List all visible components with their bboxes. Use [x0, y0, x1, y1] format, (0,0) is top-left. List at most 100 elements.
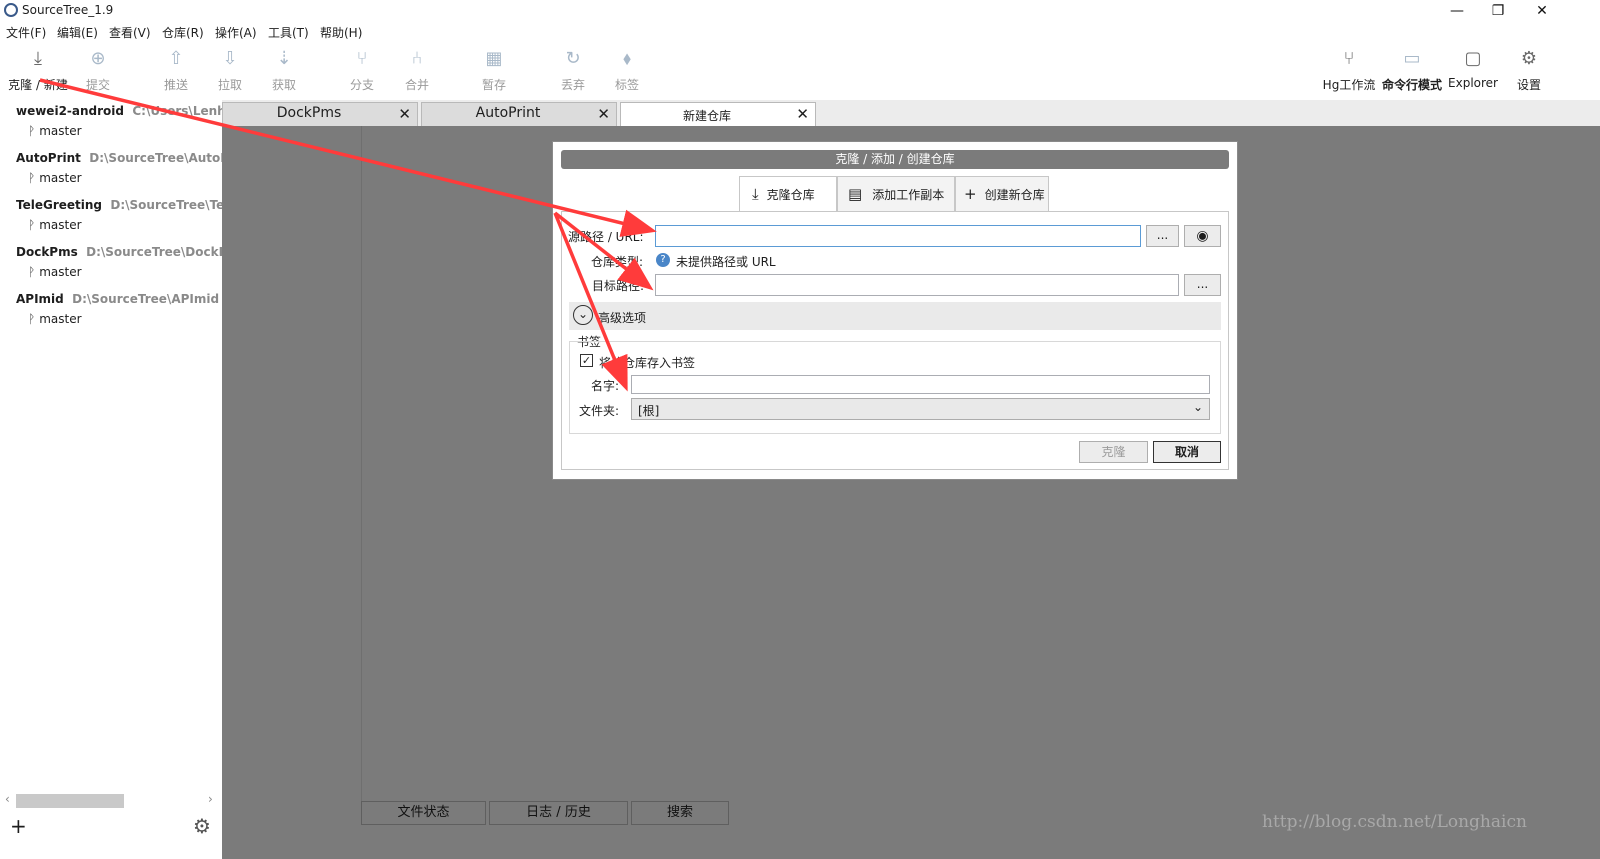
branch-name: master — [39, 265, 82, 279]
gear-icon: ⚙ — [1520, 48, 1538, 69]
sidebar-branch-item[interactable]: ᚹ master — [28, 124, 82, 138]
advanced-options-toggle[interactable] — [569, 302, 1221, 330]
pull-button[interactable]: ⇩ 拉取 — [203, 46, 257, 98]
download-icon: ⤓ — [752, 185, 759, 203]
plus-icon: + — [964, 185, 977, 203]
sidebar-repo-autoprint[interactable]: AutoPrint D:\SourceTree\AutoPrint — [16, 151, 253, 165]
destination-path-input[interactable] — [655, 274, 1179, 296]
menu-tools[interactable]: 工具(T) — [268, 24, 309, 41]
tab-new-repository[interactable]: 新建仓库 ✕ — [620, 102, 816, 126]
menu-file[interactable]: 文件(F) — [6, 24, 46, 41]
sidebar-branch-item[interactable]: ᚹ master — [28, 265, 82, 279]
plus-circle-icon: ⊕ — [90, 48, 106, 69]
close-tab-icon[interactable]: ✕ — [597, 105, 610, 123]
branch-icon: ᚹ — [28, 124, 36, 138]
branch-name: master — [39, 218, 82, 232]
explorer-button[interactable]: ▢ Explorer — [1444, 46, 1502, 98]
restore-button[interactable]: ❐ — [1478, 1, 1518, 21]
tab-autoprint[interactable]: AutoPrint ✕ — [421, 102, 617, 126]
sidebar-repo-wewei2-android[interactable]: wewei2-android C:\Users\Lenhart\ — [16, 104, 250, 118]
scroll-right-icon[interactable]: › — [208, 792, 213, 806]
scrollbar-thumb[interactable] — [16, 794, 124, 808]
folder-select[interactable]: [根] ⌄ — [631, 398, 1210, 420]
tab-clone-repo[interactable]: ⤓ 克隆仓库 — [739, 176, 837, 212]
repo-name: DockPms — [16, 245, 78, 259]
globe-icon: ◉ — [1196, 228, 1209, 244]
pane-divider[interactable] — [361, 126, 362, 802]
bookmark-name-input[interactable] — [631, 375, 1210, 394]
chevron-down-icon[interactable]: ⌄ — [573, 305, 593, 325]
tab-add-working-copy[interactable]: ▤ 添加工作副本 — [837, 176, 955, 212]
title-bar — [0, 0, 1600, 22]
commit-button[interactable]: ⊕ 提交 — [71, 46, 125, 98]
terminal-button[interactable]: ▭ 命令行模式 — [1381, 46, 1443, 98]
window-title: SourceTree_1.9 — [22, 3, 114, 17]
sidebar-repo-apimid[interactable]: APImid D:\SourceTree\APImid — [16, 292, 219, 306]
remote-repos-button[interactable]: ◉ — [1184, 225, 1221, 247]
close-tab-icon[interactable]: ✕ — [796, 105, 809, 123]
clone-button[interactable]: 克隆 — [1079, 441, 1148, 463]
sidebar-branch-item[interactable]: ᚹ master — [28, 171, 82, 185]
sidebar-settings-icon[interactable]: ⚙ — [193, 814, 211, 838]
sidebar-branch-item[interactable]: ᚹ master — [28, 312, 82, 326]
repo-name: AutoPrint — [16, 151, 81, 165]
sidebar-repo-dockpms[interactable]: DockPms D:\SourceTree\DockPms — [16, 245, 247, 259]
branch-icon: ᚹ — [28, 171, 36, 185]
source-url-input[interactable] — [655, 225, 1141, 247]
folder-icon: ▤ — [848, 185, 863, 203]
menu-view[interactable]: 查看(V) — [109, 24, 151, 41]
browse-destination-button[interactable]: ... — [1184, 274, 1221, 296]
bookmark-checkbox[interactable]: ✓ — [580, 354, 593, 367]
hg-flow-button[interactable]: ⑂ Hg工作流 — [1318, 46, 1380, 98]
tab-create-repo[interactable]: + 创建新仓库 — [955, 176, 1049, 212]
tab-search[interactable]: 搜索 — [631, 801, 729, 825]
upload-icon: ⇧ — [168, 48, 184, 69]
sidebar-branch-item[interactable]: ᚹ master — [28, 218, 82, 232]
menu-repository[interactable]: 仓库(R) — [162, 24, 204, 41]
refresh-icon: ↻ — [565, 48, 581, 69]
close-tab-icon[interactable]: ✕ — [398, 105, 411, 123]
scroll-left-icon[interactable]: ‹ — [5, 792, 10, 806]
cancel-button[interactable]: 取消 — [1153, 441, 1221, 463]
stash-button[interactable]: ▦ 暂存 — [467, 46, 521, 98]
source-url-label: 源路径 / URL: — [568, 230, 644, 244]
download-icon: ⤓ — [34, 48, 42, 69]
watermark: http://blog.csdn.net/Longhaicn — [1262, 812, 1527, 832]
push-button[interactable]: ⇧ 推送 — [149, 46, 203, 98]
tab-dockpms[interactable]: DockPms ✕ — [222, 102, 418, 126]
branch-name: master — [39, 312, 82, 326]
tab-file-status[interactable]: 文件状态 — [361, 801, 486, 825]
close-button[interactable]: ✕ — [1522, 1, 1562, 21]
tab-log-history[interactable]: 日志 / 历史 — [489, 801, 628, 825]
browse-source-button[interactable]: ... — [1146, 225, 1179, 247]
stash-icon: ▦ — [485, 48, 503, 69]
menu-actions[interactable]: 操作(A) — [215, 24, 257, 41]
tab-label: DockPms — [276, 105, 342, 121]
repo-name: TeleGreeting — [16, 198, 103, 212]
minimize-button[interactable]: — — [1437, 1, 1477, 21]
dialog-title: 克隆 / 添加 / 创建仓库 — [561, 150, 1229, 169]
folder-select-value: [根] — [638, 404, 660, 418]
help-icon: ? — [656, 253, 670, 267]
fetch-icon: ⇣ — [276, 48, 292, 69]
settings-button[interactable]: ⚙ 设置 — [1502, 46, 1556, 98]
menu-edit[interactable]: 编辑(E) — [57, 24, 98, 41]
fetch-button[interactable]: ⇣ 获取 — [257, 46, 311, 98]
repo-path: D:\SourceTree\APImid — [72, 292, 220, 306]
hg-flow-icon: ⑂ — [1343, 48, 1355, 69]
tag-button[interactable]: ⬧ 标签 — [600, 46, 654, 98]
branch-icon: ᚹ — [28, 312, 36, 326]
clone-new-button[interactable]: ⤓ 克隆 / 新建 — [6, 46, 70, 98]
tab-label: AutoPrint — [475, 105, 541, 121]
terminal-icon: ▭ — [1403, 48, 1421, 69]
branch-button[interactable]: ⑂ 分支 — [335, 46, 389, 98]
repo-name: wewei2-android — [16, 104, 124, 118]
menu-help[interactable]: 帮助(H) — [320, 24, 362, 41]
branch-name: master — [39, 171, 82, 185]
add-repo-button[interactable]: + — [10, 814, 27, 838]
destination-label: 目标路径: — [592, 279, 645, 293]
repo-name: APImid — [16, 292, 64, 306]
merge-button[interactable]: ⑃ 合并 — [390, 46, 444, 98]
discard-button[interactable]: ↻ 丢弃 — [546, 46, 600, 98]
sidebar-repo-telegreeting[interactable]: TeleGreeting D:\SourceTree\TeleGr — [16, 198, 252, 212]
